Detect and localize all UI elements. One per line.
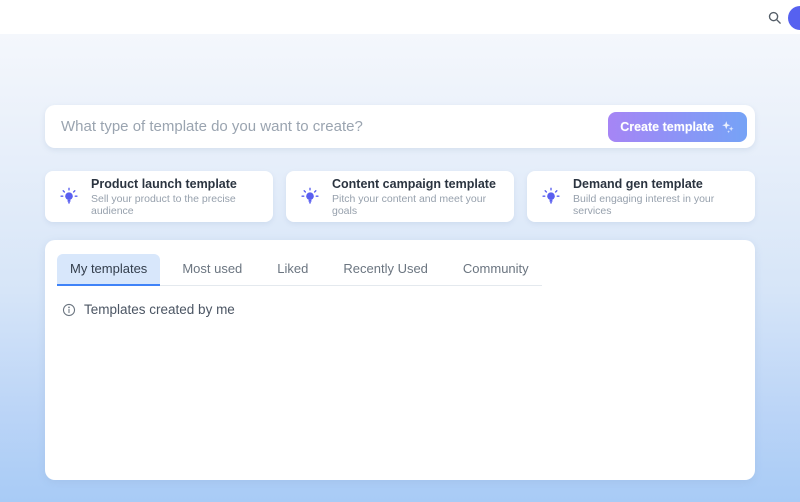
tab-bar: My templates Most used Liked Recently Us…	[57, 254, 542, 286]
search-icon[interactable]	[767, 10, 782, 25]
suggestion-cards-row: Product launch template Sell your produc…	[45, 171, 755, 222]
lightbulb-icon	[541, 187, 561, 207]
card-title: Content campaign template	[332, 177, 500, 191]
create-template-button[interactable]: Create template	[608, 112, 747, 142]
tab-community[interactable]: Community	[450, 254, 542, 286]
empty-state-message: Templates created by me	[84, 302, 235, 317]
card-text: Demand gen template Build engaging inter…	[573, 177, 741, 217]
card-subtitle: Sell your product to the precise audienc…	[91, 193, 259, 217]
card-demand-gen[interactable]: Demand gen template Build engaging inter…	[527, 171, 755, 222]
card-text: Content campaign template Pitch your con…	[332, 177, 500, 217]
template-creator-page: Create template	[0, 0, 800, 502]
lightbulb-icon	[59, 187, 79, 207]
card-product-launch[interactable]: Product launch template Sell your produc…	[45, 171, 273, 222]
tab-my-templates[interactable]: My templates	[57, 254, 160, 286]
topbar	[0, 0, 800, 34]
tab-most-used[interactable]: Most used	[169, 254, 255, 286]
template-prompt-input[interactable]	[61, 118, 608, 135]
tab-recently-used[interactable]: Recently Used	[330, 254, 441, 286]
card-subtitle: Build engaging interest in your services	[573, 193, 741, 217]
content-area: Create template	[0, 34, 800, 502]
card-text: Product launch template Sell your produc…	[91, 177, 259, 217]
create-template-label: Create template	[620, 120, 714, 134]
card-content-campaign[interactable]: Content campaign template Pitch your con…	[286, 171, 514, 222]
card-subtitle: Pitch your content and meet your goals	[332, 193, 500, 217]
card-title: Product launch template	[91, 177, 259, 191]
avatar[interactable]	[788, 6, 800, 30]
empty-state: Templates created by me	[62, 302, 743, 317]
info-icon	[62, 303, 76, 317]
card-title: Demand gen template	[573, 177, 741, 191]
lightbulb-icon	[300, 187, 320, 207]
tab-liked[interactable]: Liked	[264, 254, 321, 286]
sparkles-icon	[721, 120, 735, 134]
templates-panel: My templates Most used Liked Recently Us…	[45, 240, 755, 480]
prompt-bar: Create template	[45, 105, 755, 148]
